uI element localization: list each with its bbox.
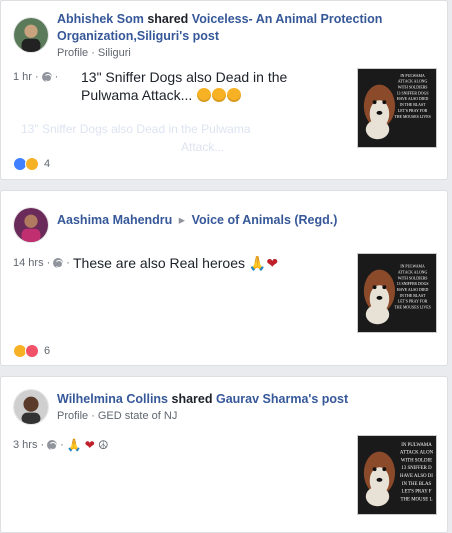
globe-icon <box>41 72 52 82</box>
svg-text:IN THE BLAST: IN THE BLAST <box>400 103 426 107</box>
svg-text:ATTACK ALONG: ATTACK ALONG <box>398 271 428 275</box>
actor-link[interactable]: Aashima Mahendru <box>57 213 172 227</box>
svg-text:ATTACK ALON: ATTACK ALON <box>400 451 434 456</box>
post-image[interactable]: IN PULWAMA ATTACK ALONG WITH SOLDIERS 13… <box>357 68 437 148</box>
svg-text:LET'S PRAY FOR: LET'S PRAY FOR <box>398 300 428 304</box>
svg-text:WITH SOLDIERS: WITH SOLDIERS <box>398 86 428 90</box>
ghost-text: 13" Sniffer Dogs also Dead in the Pulwam… <box>21 122 251 136</box>
svg-text:13 SNIFFER DOGS: 13 SNIFFER DOGS <box>397 91 429 95</box>
dog-image: IN PULWAMA ATTACK ALONG WITH SOLDIERS 13… <box>358 69 436 147</box>
svg-text:THE MOUSES LIVES: THE MOUSES LIVES <box>394 115 430 119</box>
arrow-separator-icon: ▸ <box>178 213 186 227</box>
svg-text:LET'S PRAY FOR: LET'S PRAY FOR <box>398 109 428 113</box>
globe-icon <box>47 440 58 450</box>
heart-icon: ❤ <box>266 255 279 271</box>
love-reaction-icon <box>25 344 39 358</box>
post-meta: 3 hrs · · 🙏 ❤ ☮ <box>13 438 109 452</box>
feed-post: Aashima Mahendru ▸ Voice of Animals (Reg… <box>0 190 448 366</box>
svg-text:IN PULWAMA: IN PULWAMA <box>401 443 432 448</box>
post-image[interactable]: IN PULWAMA ATTACK ALONG WITH SOLDIERS 13… <box>357 253 437 333</box>
svg-text:THE MOUSES LIVES: THE MOUSES LIVES <box>394 306 430 310</box>
post-text-line: These are also Real heroes 🙏❤ <box>73 254 278 272</box>
target-link[interactable]: Gaurav Sharma's post <box>216 392 348 406</box>
post-image[interactable]: IN PULWAMA ATTACK ALON WITH SOLDIE 13 SN… <box>357 435 437 515</box>
svg-text:13 SNIFFER D: 13 SNIFFER D <box>401 466 432 471</box>
sub-place[interactable]: Siliguri <box>98 47 131 59</box>
verb-text: shared <box>171 392 213 406</box>
reactions-bar[interactable]: 6 <box>13 344 50 358</box>
post-subtitle: Profile · Siliguri <box>57 47 131 59</box>
post-text-line1: 13" Sniffer Dogs also Dead in the Pulwam… <box>81 68 341 104</box>
svg-text:THE MOUSE L: THE MOUSE L <box>401 497 433 502</box>
sub-label[interactable]: Profile <box>57 410 88 422</box>
sub-place[interactable]: GED state of NJ <box>98 410 177 422</box>
sad-emoji-icon <box>227 88 242 102</box>
feed-post: Wilhelmina Collins shared Gaurav Sharma'… <box>0 376 448 533</box>
post-title: Wilhelmina Collins shared Gaurav Sharma'… <box>57 391 437 408</box>
post-subtitle: Profile · GED state of NJ <box>57 410 178 422</box>
post-header: Aashima Mahendru ▸ Voice of Animals (Reg… <box>57 212 437 229</box>
reactions-bar[interactable]: 4 <box>13 157 50 171</box>
post-meta: 14 hrs · · <box>13 257 70 269</box>
svg-text:HAVE ALSO DIED: HAVE ALSO DIED <box>397 288 429 292</box>
news-feed: Abhishek Som shared Voiceless- An Animal… <box>0 0 452 533</box>
post-meta: 1 hr · · <box>13 71 59 83</box>
globe-icon <box>53 258 64 268</box>
feed-post: Abhishek Som shared Voiceless- An Animal… <box>0 0 448 180</box>
post-title: Abhishek Som shared Voiceless- An Animal… <box>57 11 437 45</box>
target-link[interactable]: Voice of Animals (Regd.) <box>192 213 338 227</box>
peace-icon: ☮ <box>97 438 109 452</box>
svg-text:WITH SOLDIE: WITH SOLDIE <box>401 458 432 463</box>
sad-emoji-icon <box>197 88 212 102</box>
sub-label[interactable]: Profile <box>57 47 88 59</box>
svg-text:LET'S PRAY F: LET'S PRAY F <box>402 490 432 495</box>
svg-text:HAVE ALSO DIED: HAVE ALSO DIED <box>397 97 429 101</box>
dog-image: IN PULWAMA ATTACK ALONG WITH SOLDIERS 13… <box>358 254 436 332</box>
svg-text:IN THE BLAS: IN THE BLAS <box>402 482 432 487</box>
timestamp[interactable]: 14 hrs <box>13 257 44 269</box>
svg-text:IN PULWAMA: IN PULWAMA <box>400 265 425 269</box>
avatar[interactable] <box>13 207 49 243</box>
svg-text:WITH SOLDIERS: WITH SOLDIERS <box>398 276 428 280</box>
heart-icon: ❤ <box>84 438 95 452</box>
verb-text: shared <box>147 12 189 26</box>
sad-emoji-icon <box>212 88 227 102</box>
sad-reaction-icon <box>25 157 39 171</box>
svg-text:HAVE ALSO DI: HAVE ALSO DI <box>400 474 433 479</box>
avatar[interactable] <box>13 17 49 53</box>
actor-link[interactable]: Abhishek Som <box>57 12 144 26</box>
ghost-text: Attack... <box>181 140 225 154</box>
avatar[interactable] <box>13 389 49 425</box>
svg-text:IN PULWAMA: IN PULWAMA <box>400 74 425 78</box>
timestamp[interactable]: 1 hr <box>13 71 32 83</box>
post-text: These are also Real heroes <box>73 255 245 271</box>
post-header: Wilhelmina Collins shared Gaurav Sharma'… <box>57 391 437 422</box>
reaction-count[interactable]: 4 <box>44 158 50 170</box>
folded-hands-icon: 🙏 <box>66 438 82 452</box>
dog-image: IN PULWAMA ATTACK ALON WITH SOLDIE 13 SN… <box>358 436 436 514</box>
post-text: 13" Sniffer Dogs also Dead in the Pulwam… <box>81 69 288 103</box>
reaction-count[interactable]: 6 <box>44 345 50 357</box>
timestamp[interactable]: 3 hrs <box>13 439 37 451</box>
post-header: Abhishek Som shared Voiceless- An Animal… <box>57 11 437 59</box>
svg-text:IN THE BLAST: IN THE BLAST <box>400 294 426 298</box>
svg-text:13 SNIFFER DOGS: 13 SNIFFER DOGS <box>397 282 429 286</box>
folded-hands-icon: 🙏 <box>248 255 267 271</box>
actor-link[interactable]: Wilhelmina Collins <box>57 392 168 406</box>
svg-text:ATTACK ALONG: ATTACK ALONG <box>398 80 428 84</box>
post-title: Aashima Mahendru ▸ Voice of Animals (Reg… <box>57 212 437 229</box>
